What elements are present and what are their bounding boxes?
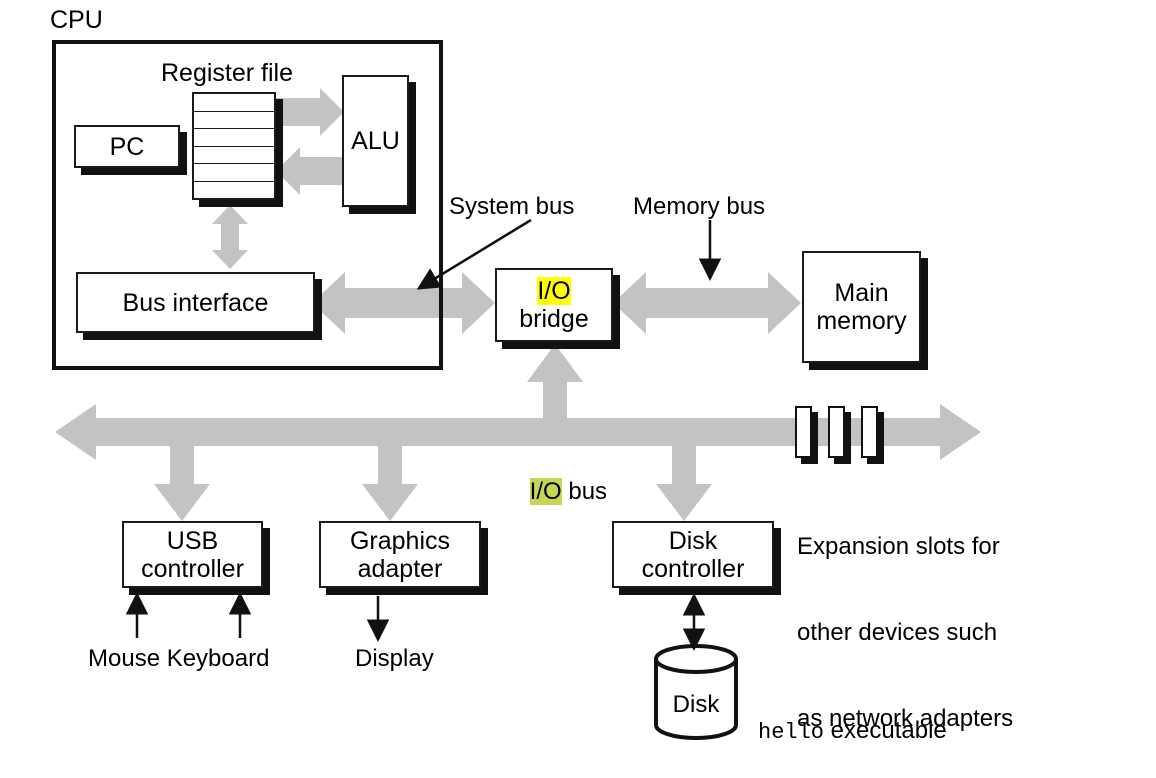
pc-box: PC (74, 125, 180, 168)
diagram-canvas: CPU Register file PC ALU Bus interface I… (0, 0, 1156, 778)
disk-cylinder: Disk (652, 643, 740, 741)
hello-mono-text: hello (758, 720, 825, 745)
expansion-slots-line2: other devices such (797, 618, 998, 646)
alu-label: ALU (351, 127, 400, 155)
register-file-caption: Register file (161, 59, 293, 87)
system-bus-label: System bus (449, 193, 575, 220)
expansion-slot-card (828, 406, 845, 458)
hello-executable-line1: hello executable (758, 716, 947, 747)
io-bus-branch-usb (154, 432, 210, 521)
pc-label: PC (109, 132, 145, 161)
register-row (194, 112, 274, 129)
hello-executable-rest: executable (824, 717, 947, 744)
graphics-adapter-box: Graphics adapter (319, 521, 481, 588)
usb-controller-label-line1: USB (166, 526, 219, 555)
io-bus-branch-graphics (362, 432, 418, 521)
io-bus-label-rest: bus (561, 478, 608, 506)
io-bus-branch-disk (656, 432, 712, 521)
disk-controller-box: Disk controller (612, 521, 774, 588)
io-bridge-label-line2: bridge (519, 305, 589, 333)
memory-bus-arrow (613, 272, 801, 334)
register-row (194, 182, 274, 199)
register-file-box (192, 92, 276, 200)
expansion-slot-card (861, 406, 878, 458)
bus-interface-label: Bus interface (122, 288, 269, 317)
mouse-keyboard-label: Mouse Keyboard (88, 645, 270, 672)
register-row (194, 94, 274, 112)
register-row (194, 147, 274, 164)
display-label: Display (355, 645, 434, 672)
main-memory-box: Main memory (802, 251, 921, 363)
disk-label: Disk (672, 691, 720, 718)
bus-interface-box: Bus interface (76, 272, 315, 333)
memory-bus-label: Memory bus (633, 193, 766, 220)
io-bridge-riser-arrow (527, 344, 583, 432)
graphics-adapter-label-line1: Graphics (349, 526, 451, 555)
register-row (194, 129, 274, 147)
cpu-label: CPU (50, 6, 103, 34)
io-bridge-box: I/O bridge (495, 268, 613, 342)
register-row (194, 164, 274, 182)
main-memory-label-line1: Main (834, 279, 889, 307)
io-bridge-label-line1: I/O (537, 277, 571, 305)
io-bus-label: I/O bus (503, 450, 607, 535)
usb-controller-label-line2: controller (141, 554, 244, 583)
disk-controller-label-line1: Disk (668, 526, 718, 555)
hello-executable-annotation: hello executable stored on disk (758, 656, 947, 778)
graphics-adapter-label-line2: adapter (357, 554, 443, 583)
expansion-slot-card (795, 406, 812, 458)
expansion-slots-line1: Expansion slots for (797, 532, 1000, 560)
usb-controller-box: USB controller (122, 521, 263, 588)
io-bus-label-highlight: I/O (529, 478, 562, 506)
main-memory-label-line2: memory (816, 307, 907, 335)
disk-controller-label-line2: controller (641, 554, 745, 583)
alu-box: ALU (342, 75, 409, 207)
